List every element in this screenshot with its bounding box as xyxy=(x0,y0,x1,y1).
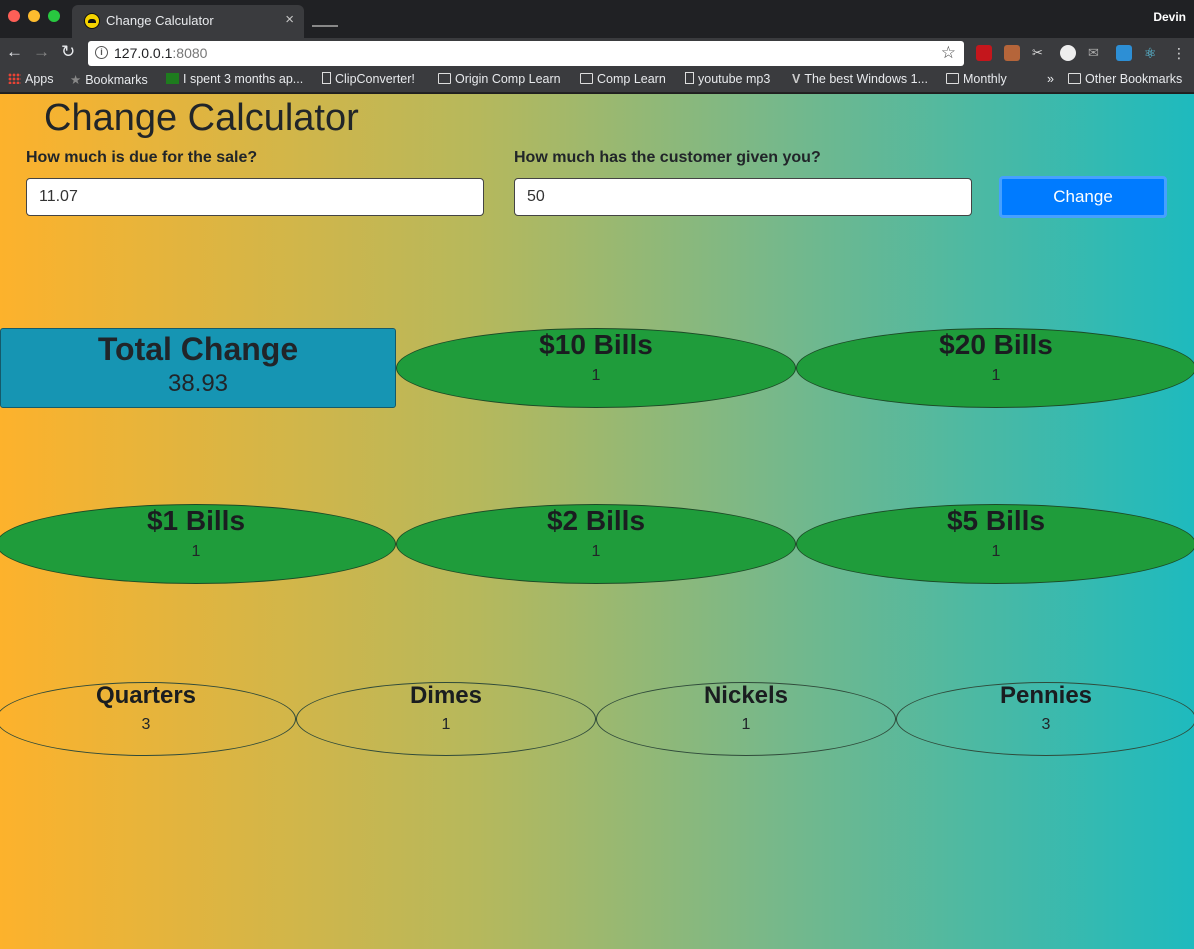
bookmark-label: Other Bookmarks xyxy=(1085,72,1183,86)
pennies-count: 3 xyxy=(1041,716,1051,733)
bookmark-origin-comp-learn[interactable]: Origin Comp Learn xyxy=(438,72,561,86)
info-icon[interactable]: i xyxy=(95,46,108,59)
scissors-icon[interactable]: ✂ xyxy=(1032,45,1048,61)
bookmark-label: Comp Learn xyxy=(597,72,666,86)
bookmark-label: ClipConverter! xyxy=(335,72,415,86)
url-host: 127.0.0.1 xyxy=(114,45,173,61)
total-change-label: Total Change xyxy=(97,331,299,367)
two-bills-label: $2 Bills xyxy=(546,505,646,536)
quarters-card: Quarters 3 xyxy=(0,682,296,756)
twenty-bills-card: $20 Bills 1 xyxy=(796,328,1194,408)
reload-icon[interactable]: ↻ xyxy=(61,42,75,62)
one-bills-count: 1 xyxy=(191,543,201,560)
circle-extension-icon[interactable] xyxy=(1060,45,1076,61)
ten-bills-card: $10 Bills 1 xyxy=(396,328,796,408)
bookmark-label: Bookmarks xyxy=(85,73,148,87)
pennies-label: Pennies xyxy=(999,682,1093,709)
ten-bills-count: 1 xyxy=(591,367,601,384)
menu-kebab-icon[interactable]: ⋮ xyxy=(1172,45,1188,61)
bookmarks-bar: Apps ★ Bookmarks I spent 3 months ap... C… xyxy=(0,68,1194,93)
url-text: 127.0.0.1:8080 xyxy=(114,45,207,61)
tv-extension-icon[interactable] xyxy=(1004,45,1020,61)
quarters-count: 3 xyxy=(141,716,151,733)
forward-arrow-icon[interactable]: → xyxy=(33,42,50,62)
tab-title: Change Calculator xyxy=(106,13,214,28)
nickels-card: Nickels 1 xyxy=(596,682,896,756)
total-change-box: Total Change 38.93 xyxy=(0,328,396,408)
apps-icon xyxy=(8,73,21,84)
ten-bills-label: $10 Bills xyxy=(539,329,653,360)
maximize-window-button[interactable] xyxy=(48,10,60,22)
dimes-label: Dimes xyxy=(409,682,483,709)
ublock-icon[interactable] xyxy=(976,45,992,61)
address-bar[interactable]: i 127.0.0.1:8080 ☆ xyxy=(88,41,964,66)
bookmark-comp-learn[interactable]: Comp Learn xyxy=(580,72,666,86)
bookmark-bookmarks[interactable]: ★ Bookmarks xyxy=(70,72,148,87)
one-bills-card: $1 Bills 1 xyxy=(0,504,396,584)
amount-given-label: How much has the customer given you? xyxy=(514,149,821,166)
bookmark-label: I spent 3 months ap... xyxy=(183,72,304,86)
two-bills-count: 1 xyxy=(591,543,601,560)
v-icon: V xyxy=(792,72,801,86)
url-port: :8080 xyxy=(172,45,208,61)
page-icon xyxy=(685,72,694,84)
browser-tab[interactable]: Change Calculator × xyxy=(72,5,304,38)
one-bills-label: $1 Bills xyxy=(146,505,246,536)
close-window-button[interactable] xyxy=(8,10,20,22)
two-bills-card: $2 Bills 1 xyxy=(396,504,796,584)
page-title: Change Calculator xyxy=(44,97,359,139)
amount-due-input[interactable] xyxy=(26,178,484,216)
nickels-label: Nickels xyxy=(703,682,789,709)
megaphone-icon[interactable]: ✉ xyxy=(1088,45,1104,61)
five-bills-label: $5 Bills xyxy=(946,505,1046,536)
folder-icon xyxy=(580,73,593,84)
profile-name[interactable]: Devin xyxy=(1153,10,1186,24)
script-icon xyxy=(166,73,179,84)
quarters-label: Quarters xyxy=(95,682,197,709)
change-button[interactable]: Change xyxy=(999,176,1167,218)
amount-given-input[interactable] xyxy=(514,178,972,216)
total-change-value: 38.93 xyxy=(167,370,229,397)
bookmark-other-bookmarks[interactable]: Other Bookmarks xyxy=(1068,72,1182,86)
bookmark-clipconverter[interactable]: ClipConverter! xyxy=(322,72,415,86)
twenty-bills-count: 1 xyxy=(991,367,1001,384)
bookmark-star-icon[interactable]: ☆ xyxy=(941,43,956,63)
bookmark-best-windows[interactable]: V The best Windows 1... xyxy=(792,72,928,86)
five-bills-card: $5 Bills 1 xyxy=(796,504,1194,584)
bookmark-apps[interactable]: Apps xyxy=(8,72,54,86)
folder-icon xyxy=(1068,73,1081,84)
bookmark-youtube-mp3[interactable]: youtube mp3 xyxy=(685,72,770,86)
page-content: Change Calculator How much is due for th… xyxy=(0,94,1194,949)
reader-icon[interactable] xyxy=(1116,45,1132,61)
twenty-bills-label: $20 Bills xyxy=(939,329,1053,360)
bookmark-label: Apps xyxy=(25,72,54,86)
nickels-count: 1 xyxy=(741,716,751,733)
bookmark-spent-3-months[interactable]: I spent 3 months ap... xyxy=(166,72,303,86)
tab-close-button[interactable]: × xyxy=(285,11,294,28)
page-icon xyxy=(322,72,331,84)
browser-tab-bar: Change Calculator × Devin xyxy=(0,0,1194,38)
bookmarks-overflow-button[interactable]: » xyxy=(1047,72,1054,86)
batman-favicon-icon xyxy=(84,13,100,29)
back-arrow-icon[interactable]: ← xyxy=(6,42,23,62)
minimize-window-button[interactable] xyxy=(28,10,40,22)
react-devtools-icon[interactable]: ⚛ xyxy=(1144,45,1160,61)
bookmark-label: youtube mp3 xyxy=(698,72,771,86)
new-tab-button[interactable] xyxy=(312,25,338,27)
folder-icon xyxy=(946,73,959,84)
five-bills-count: 1 xyxy=(991,543,1001,560)
dimes-count: 1 xyxy=(441,716,451,733)
bookmark-label: The best Windows 1... xyxy=(804,72,929,86)
bookmark-monthly[interactable]: Monthly xyxy=(946,72,1007,86)
dimes-card: Dimes 1 xyxy=(296,682,596,756)
star-icon: ★ xyxy=(70,73,82,87)
bookmark-label: Monthly xyxy=(963,72,1007,86)
folder-icon xyxy=(438,73,451,84)
amount-due-label: How much is due for the sale? xyxy=(26,149,258,166)
pennies-card: Pennies 3 xyxy=(896,682,1194,756)
bookmark-label: Origin Comp Learn xyxy=(455,72,561,86)
browser-toolbar: ← → ↻ i 127.0.0.1:8080 ☆ ✂ ✉ ⚛ ⋮ xyxy=(0,38,1194,68)
